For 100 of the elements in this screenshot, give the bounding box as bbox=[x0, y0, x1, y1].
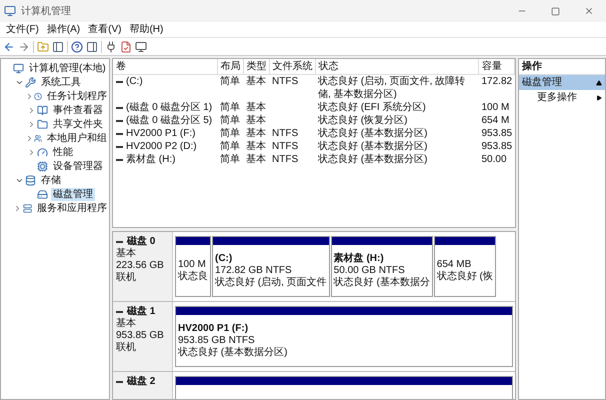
disk-name: 磁盘 2 bbox=[127, 375, 156, 388]
gauge-icon bbox=[37, 146, 48, 158]
action-item[interactable]: 更多操作 bbox=[537, 90, 577, 105]
tree-item[interactable]: 设备管理器 bbox=[51, 160, 105, 172]
disk-status: 联机 bbox=[116, 272, 137, 284]
collapsed-chevron-icon[interactable] bbox=[25, 92, 34, 100]
collapsed-chevron-icon[interactable] bbox=[25, 134, 34, 142]
menu-item[interactable]: 文件(F) bbox=[2, 22, 43, 37]
database-icon bbox=[25, 174, 36, 186]
menu-item[interactable]: 帮助(H) bbox=[125, 22, 168, 37]
table-cell: 基本 bbox=[246, 101, 266, 114]
table-cell: 50.00 bbox=[482, 153, 507, 166]
tree-item[interactable]: 本地用户和组 bbox=[45, 132, 109, 144]
table-cell: (磁盘 0 磁盘分区 1) bbox=[126, 101, 212, 114]
partition-name: (C:) bbox=[215, 252, 234, 264]
monitor-icon[interactable] bbox=[135, 40, 147, 52]
partition-size: 172.82 GB NTFS bbox=[215, 264, 293, 276]
tree-item[interactable]: 磁盘管理 bbox=[51, 188, 95, 200]
action-section-header[interactable]: 磁盘管理 bbox=[519, 75, 605, 90]
partition-status: 状态良 bbox=[178, 270, 208, 282]
table-cell: 基本 bbox=[246, 153, 266, 166]
partition-status: 状态良好 (恢 bbox=[436, 270, 493, 282]
menu-item[interactable]: 查看(V) bbox=[84, 22, 126, 37]
table-cell: 简单 bbox=[220, 153, 240, 166]
table-cell: 状态良好 (EFI 系统分区) bbox=[318, 101, 426, 114]
panel-icon[interactable] bbox=[52, 40, 64, 52]
users-icon bbox=[34, 132, 42, 144]
partition-size: 953.85 GB NTFS bbox=[178, 334, 256, 346]
tree-item[interactable]: 任务计划程序 bbox=[45, 90, 109, 102]
document-check-icon[interactable] bbox=[120, 40, 132, 52]
partition-block[interactable]: 素材盘 (H:) 50.00 GB NTFS 状态良好 (基本数据分 bbox=[330, 236, 433, 297]
maximize-icon[interactable] bbox=[551, 6, 560, 16]
disk-size: 953.85 GB bbox=[116, 330, 165, 342]
table-cell-text: 状态良好 (启动, 页面文件, 故障转储, 基本数据分区) bbox=[318, 75, 466, 101]
disk-size: 223.56 GB bbox=[116, 260, 165, 272]
partition-size: 654 MB bbox=[436, 258, 472, 270]
tree-item[interactable]: 事件查看器 bbox=[51, 104, 105, 116]
partition-block[interactable]: HV2000 P1 (F:) 953.85 GB NTFS 状态良好 (基本数据分区) bbox=[175, 306, 513, 367]
table-cell: 基本 bbox=[246, 75, 266, 88]
partition-size: 50.00 GB NTFS bbox=[334, 264, 406, 276]
collapse-arrow-icon[interactable] bbox=[596, 80, 602, 86]
table-cell: NTFS bbox=[272, 153, 298, 166]
table-cell: 简单 bbox=[220, 75, 240, 88]
tree-item[interactable]: 性能 bbox=[51, 146, 75, 158]
app-icon bbox=[4, 5, 16, 17]
column-header[interactable]: 布局 bbox=[217, 59, 243, 74]
partition-name: HV2000 P1 (F:) bbox=[178, 322, 250, 334]
drive-icon bbox=[37, 188, 48, 200]
panel-icon[interactable] bbox=[86, 40, 98, 52]
disk-name: 磁盘 1 bbox=[127, 305, 156, 318]
column-header[interactable]: 卷 bbox=[113, 59, 217, 74]
partition-size: 100 M bbox=[178, 258, 207, 270]
table-cell: NTFS bbox=[272, 75, 298, 88]
table-cell: 654 M bbox=[482, 114, 510, 127]
column-header[interactable]: 状态 bbox=[315, 59, 478, 74]
table-cell: NTFS bbox=[272, 127, 298, 140]
plug-icon[interactable] bbox=[105, 40, 117, 52]
table-cell: 简单 bbox=[220, 101, 240, 114]
column-header[interactable]: 文件系统 bbox=[269, 59, 315, 74]
submenu-arrow-icon bbox=[596, 94, 602, 100]
back-icon[interactable] bbox=[3, 40, 15, 52]
table-cell: 状态良好 (基本数据分区) bbox=[318, 153, 428, 166]
column-header[interactable]: 类型 bbox=[243, 59, 269, 74]
tree-item[interactable]: 系统工具 bbox=[39, 76, 83, 88]
table-cell: 简单 bbox=[220, 127, 240, 140]
tree-item[interactable]: 共享文件夹 bbox=[51, 118, 105, 130]
table-cell: HV2000 P1 (F:) bbox=[126, 127, 196, 140]
window-title: 计算机管理 bbox=[21, 4, 72, 18]
book-icon bbox=[37, 104, 48, 116]
table-cell: 简单 bbox=[220, 114, 240, 127]
table-cell: 简单 bbox=[220, 140, 240, 153]
server-icon bbox=[22, 202, 32, 214]
partition-block[interactable]: 654 MB 状态良好 (恢 bbox=[434, 236, 496, 297]
folder-icon bbox=[37, 118, 48, 130]
table-cell: 基本 bbox=[246, 127, 266, 140]
table-cell: 素材盘 (H:) bbox=[126, 153, 176, 166]
tree-item[interactable]: 计算机管理(本地) bbox=[27, 62, 108, 74]
column-header[interactable]: 容量 bbox=[478, 59, 514, 74]
table-cell: 状态良好 (基本数据分区) bbox=[318, 140, 428, 153]
partition-block[interactable]: 100 M 状态良 bbox=[175, 236, 211, 297]
table-cell: 100 M bbox=[482, 101, 510, 114]
tree-item[interactable]: 存储 bbox=[39, 174, 63, 186]
table-cell: NTFS bbox=[272, 140, 298, 153]
table-cell: 953.85 bbox=[482, 127, 512, 140]
partition-name: 素材盘 (H:) bbox=[334, 252, 385, 264]
wrench-icon bbox=[25, 76, 36, 88]
chip-icon bbox=[37, 160, 48, 172]
menu-item[interactable]: 操作(A) bbox=[42, 22, 84, 37]
table-cell: 基本 bbox=[246, 140, 266, 153]
table-cell: HV2000 P2 (D:) bbox=[126, 140, 197, 153]
help-icon[interactable] bbox=[71, 40, 83, 52]
partition-block[interactable]: (C:) 172.82 GB NTFS 状态良好 (启动, 页面文件 bbox=[212, 236, 330, 297]
table-cell: 状态良好 (恢复分区) bbox=[318, 114, 408, 127]
disk-name: 磁盘 0 bbox=[127, 235, 156, 248]
table-cell: 状态良好 (基本数据分区) bbox=[318, 127, 428, 140]
tree-item[interactable]: 服务和应用程序 bbox=[35, 202, 109, 214]
disk-type: 基本 bbox=[116, 248, 137, 260]
forward-icon[interactable] bbox=[18, 40, 30, 52]
close-icon[interactable] bbox=[584, 6, 594, 16]
table-cell: 基本 bbox=[246, 114, 266, 127]
